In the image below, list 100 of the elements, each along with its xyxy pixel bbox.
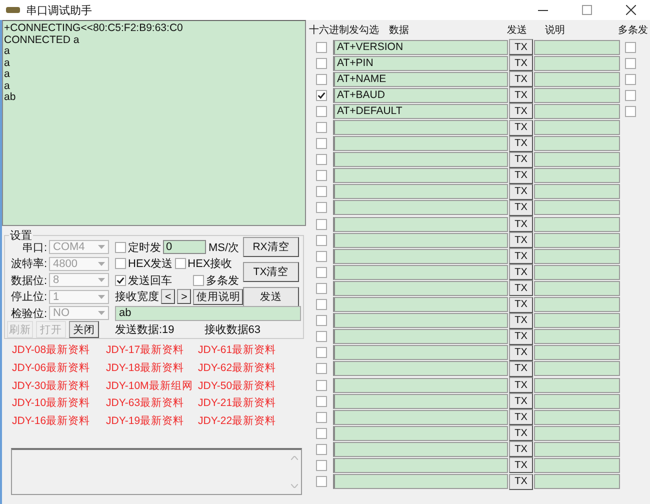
checkbox[interactable]: [624, 58, 636, 69]
link[interactable]: JDY-18最新资料: [106, 360, 198, 377]
checkbox[interactable]: [316, 428, 326, 439]
description-field[interactable]: [534, 136, 620, 152]
description-field[interactable]: [534, 152, 620, 168]
send-field[interactable]: ab: [115, 306, 301, 321]
link[interactable]: JDY-10最新资料: [12, 395, 106, 412]
tx-button[interactable]: TX: [509, 425, 533, 442]
tx-button[interactable]: TX: [509, 312, 533, 329]
description-field[interactable]: [534, 313, 620, 328]
checkbox[interactable]: [115, 274, 126, 286]
description-field[interactable]: [534, 104, 620, 119]
description-field[interactable]: [534, 264, 620, 280]
link[interactable]: JDY-17最新资料: [106, 342, 198, 359]
description-field[interactable]: [534, 378, 620, 393]
command-field[interactable]: [333, 442, 508, 457]
command-field[interactable]: [333, 297, 508, 312]
help-button[interactable]: 使用说明: [193, 288, 244, 305]
command-field[interactable]: [333, 329, 508, 344]
tx-button[interactable]: TX: [509, 248, 533, 264]
description-field[interactable]: [534, 280, 620, 296]
description-field[interactable]: [534, 120, 620, 136]
scroll-up-icon[interactable]: [290, 456, 298, 460]
checkbox[interactable]: [316, 106, 326, 117]
command-field[interactable]: [333, 458, 508, 473]
tx-button[interactable]: TX: [509, 409, 533, 426]
receive-text-area[interactable]: +CONNECTING<<80:C5:F2:B9:63:C0 CONNECTED a a a a a ab: [2, 20, 306, 226]
maximize-icon[interactable]: [582, 5, 592, 15]
command-field[interactable]: [333, 345, 508, 360]
checkbox[interactable]: [316, 250, 326, 262]
description-field[interactable]: [534, 297, 620, 312]
checkbox[interactable]: [624, 74, 636, 85]
tx-button[interactable]: TX: [509, 264, 533, 280]
checkbox[interactable]: [115, 242, 126, 253]
description-field[interactable]: [534, 216, 620, 232]
command-field[interactable]: [333, 168, 508, 184]
link[interactable]: JDY-22最新资料: [198, 413, 298, 430]
checkbox[interactable]: [316, 331, 326, 342]
link[interactable]: JDY-10M最新组网: [106, 378, 198, 394]
command-field[interactable]: [333, 216, 508, 232]
log-text-area[interactable]: [11, 448, 302, 495]
checkbox[interactable]: [624, 90, 636, 101]
checkbox[interactable]: [316, 74, 326, 85]
tx-button[interactable]: TX: [509, 393, 533, 410]
tx-button[interactable]: TX: [509, 136, 533, 152]
checkbox[interactable]: [316, 363, 326, 374]
command-field[interactable]: [333, 426, 508, 441]
description-field[interactable]: [534, 410, 620, 425]
tx-button[interactable]: TX: [509, 71, 533, 88]
link[interactable]: JDY-50最新资料: [198, 378, 298, 394]
link[interactable]: JDY-61最新资料: [198, 342, 298, 359]
checkbox[interactable]: [316, 234, 326, 246]
command-field[interactable]: [333, 474, 508, 490]
tx-button[interactable]: TX: [509, 377, 533, 394]
checkbox[interactable]: [316, 412, 326, 423]
description-field[interactable]: [534, 426, 620, 441]
tx-button[interactable]: TX: [509, 184, 533, 200]
scroll-down-icon[interactable]: [290, 484, 298, 488]
description-field[interactable]: [534, 474, 620, 490]
interval-field[interactable]: 0: [163, 240, 206, 254]
link[interactable]: JDY-63最新资料: [106, 395, 198, 412]
checkbox[interactable]: [316, 460, 326, 471]
command-field[interactable]: [333, 136, 508, 152]
command-field[interactable]: AT+VERSION: [333, 40, 508, 55]
tx-button[interactable]: TX: [509, 280, 533, 296]
description-field[interactable]: [534, 394, 620, 409]
command-field[interactable]: [333, 248, 508, 264]
tx-button[interactable]: TX: [509, 103, 533, 120]
link[interactable]: JDY-62最新资料: [198, 360, 298, 377]
tx-button[interactable]: TX: [509, 120, 533, 136]
description-field[interactable]: [534, 184, 620, 200]
link[interactable]: JDY-19最新资料: [106, 413, 198, 430]
tx-button[interactable]: TX: [509, 344, 533, 361]
description-field[interactable]: [534, 329, 620, 344]
command-field[interactable]: [333, 280, 508, 296]
link[interactable]: JDY-21最新资料: [198, 395, 298, 412]
checkbox[interactable]: [316, 476, 326, 488]
command-field[interactable]: [333, 313, 508, 328]
tx-button[interactable]: TX: [509, 200, 533, 216]
command-field[interactable]: [333, 120, 508, 136]
tx-button[interactable]: TX: [509, 87, 533, 104]
link[interactable]: JDY-16最新资料: [12, 413, 106, 430]
tx-button[interactable]: TX: [509, 474, 533, 490]
description-field[interactable]: [534, 361, 620, 376]
tx-button[interactable]: TX: [509, 39, 533, 56]
checkbox[interactable]: [316, 58, 326, 69]
decrease-button[interactable]: <: [161, 289, 176, 304]
checkbox[interactable]: [316, 315, 326, 326]
tx-button[interactable]: TX: [509, 360, 533, 377]
description-field[interactable]: [534, 442, 620, 457]
checkbox[interactable]: [316, 396, 326, 407]
checkbox[interactable]: [316, 186, 326, 198]
command-field[interactable]: [333, 264, 508, 280]
tx-button[interactable]: TX: [509, 55, 533, 72]
command-field[interactable]: [333, 152, 508, 168]
checkbox[interactable]: [316, 282, 326, 294]
command-field[interactable]: [333, 232, 508, 248]
command-field[interactable]: AT+PIN: [333, 56, 508, 71]
checkbox[interactable]: [193, 274, 204, 286]
checkbox[interactable]: [316, 90, 326, 101]
